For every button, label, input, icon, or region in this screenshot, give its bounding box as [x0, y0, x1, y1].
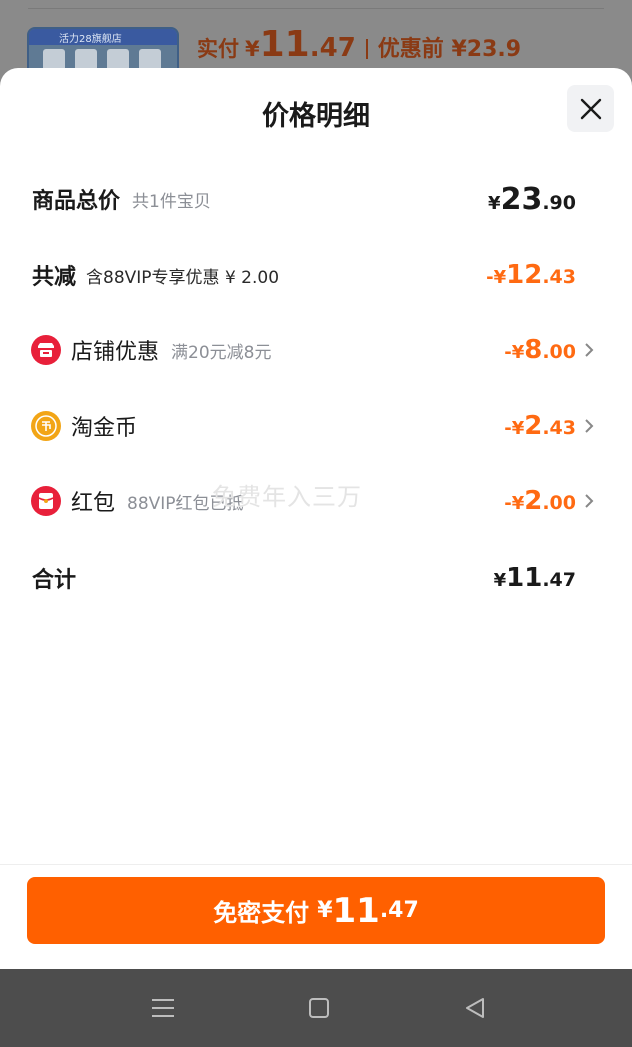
menu-button[interactable] [146, 991, 180, 1025]
coin-icon [31, 411, 61, 441]
back-icon [466, 998, 484, 1018]
row-taojinbi[interactable]: 淘金币 -¥ 2.43 [0, 396, 632, 456]
pay-button-label: 免密支付 [213, 899, 310, 927]
red-packet-label: 红包 [71, 491, 116, 516]
pay-int: 11 [332, 890, 380, 931]
menu-icon [152, 999, 174, 1017]
row-total-discount: 共减 含88VIP专享优惠 ¥ 2.00 -¥ 12.43 [0, 245, 632, 305]
chevron-right-icon [582, 340, 596, 360]
paid-dec: .47 [309, 33, 356, 63]
background-price: 实付 ¥ 11 .47 优惠前 ¥23.9 [197, 24, 521, 74]
price-separator [365, 39, 368, 59]
row-sum: 合计 ¥11.47 [0, 548, 632, 608]
red-packet-icon [31, 486, 61, 516]
paid-int: 11 [259, 24, 310, 65]
chevron-right-icon [582, 416, 596, 436]
divider [28, 8, 604, 9]
bottom-bar: 免密支付 ¥ 11 .47 [0, 864, 632, 970]
row-shop-discount[interactable]: 店铺优惠 满20元减8元 -¥ 8.00 [0, 320, 632, 380]
home-icon [309, 998, 329, 1018]
total-price-amount: ¥23.90 [488, 181, 576, 217]
shop-discount-label: 店铺优惠 [71, 340, 160, 365]
red-packet-amount: -¥ 2.00 [504, 486, 576, 516]
thumbnail-text: 活力28旗舰店 [59, 34, 122, 45]
total-price-label: 商品总价 [32, 189, 121, 214]
sum-amount: ¥11.47 [493, 563, 576, 593]
close-button[interactable] [567, 85, 614, 132]
total-discount-amount: -¥ 12.43 [486, 260, 576, 290]
chevron-right-icon [582, 491, 596, 511]
taojinbi-label: 淘金币 [71, 416, 138, 441]
close-icon [580, 98, 601, 119]
vip-discount-note: 含88VIP专享优惠 ¥ 2.00 [86, 267, 280, 288]
home-button[interactable] [302, 991, 336, 1025]
pay-button[interactable]: 免密支付 ¥ 11 .47 [27, 877, 605, 944]
pay-currency: ¥ [317, 898, 333, 923]
shop-discount-rule: 满20元减8元 [171, 342, 272, 363]
row-total-price: 商品总价 共1件宝贝 ¥23.90 [0, 169, 632, 229]
watermark: 免费年入三万 [212, 483, 362, 511]
price-detail-sheet: 价格明细 商品总价 共1件宝贝 ¥23.90 共减 含88VIP专享优惠 ¥ 2… [0, 68, 632, 969]
back-button[interactable] [458, 991, 492, 1025]
system-navigation-bar [0, 969, 632, 1047]
paid-currency: ¥ [245, 37, 260, 61]
paid-label: 实付 [197, 37, 239, 61]
shop-icon [31, 335, 61, 365]
shop-discount-amount: -¥ 8.00 [504, 335, 576, 365]
sum-label: 合计 [32, 568, 77, 593]
original-price: 优惠前 ¥23.9 [377, 37, 522, 62]
taojinbi-amount: -¥ 2.43 [504, 411, 576, 441]
item-count: 共1件宝贝 [132, 191, 211, 212]
pay-dec: .47 [379, 898, 419, 923]
total-discount-label: 共减 [32, 265, 77, 290]
sheet-title: 价格明细 [262, 101, 370, 132]
